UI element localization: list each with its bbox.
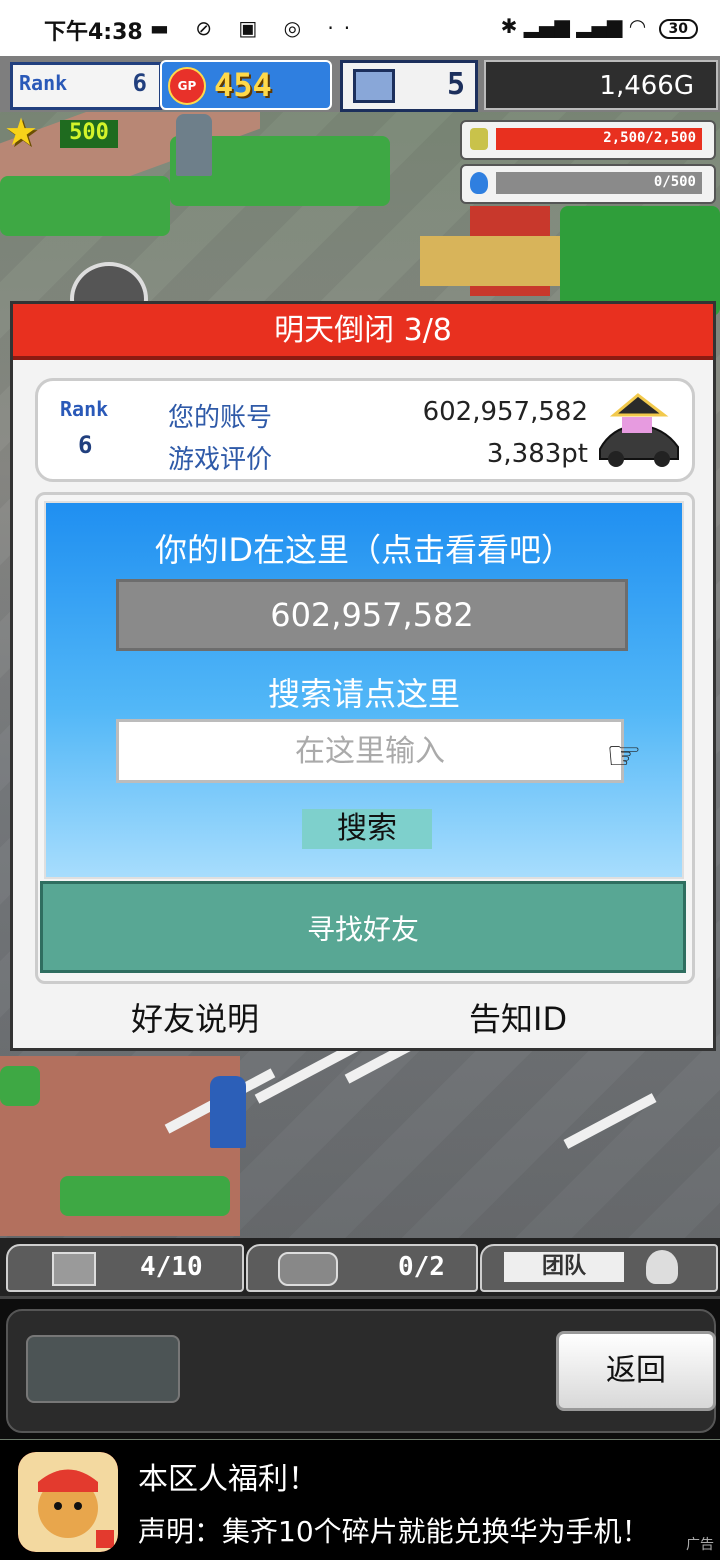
box-icon	[52, 1252, 96, 1286]
share-id-link[interactable]: 告知ID	[469, 994, 567, 1040]
team-tab[interactable]: 团队	[480, 1244, 718, 1292]
star-icon: ★	[4, 110, 39, 154]
battery-icon: 30	[658, 19, 698, 39]
rank-value: 6	[132, 69, 147, 97]
drop-meter-text: 0/500	[653, 174, 696, 190]
building-roof[interactable]	[420, 236, 560, 286]
find-friend-button[interactable]: 寻找好友	[40, 881, 686, 973]
hedge	[60, 1176, 230, 1216]
coin-stack-icon	[470, 128, 488, 150]
ad-title: 本区人福利！	[138, 1462, 318, 1497]
dialog-title: 明天倒闭 3/8	[13, 304, 713, 360]
money-box[interactable]: 1,466G	[484, 60, 718, 110]
coin-meter[interactable]: 2,500/2,500	[460, 120, 716, 160]
status-time: 下午4:38	[44, 20, 143, 45]
team-icon	[646, 1250, 678, 1284]
friend-help-link[interactable]: 好友说明	[131, 994, 259, 1040]
npc-character[interactable]	[176, 114, 212, 176]
garage-car-icon	[278, 1252, 338, 1286]
back-button[interactable]: 返回	[556, 1331, 716, 1411]
tree-group	[560, 206, 720, 316]
player-character[interactable]	[210, 1076, 246, 1148]
garage-value: 0/2	[398, 1252, 445, 1282]
team-label: 团队	[504, 1252, 624, 1282]
money-value: 1,466G	[599, 71, 694, 101]
road-marking	[563, 1093, 657, 1149]
account-rank-value: 6	[78, 431, 93, 459]
search-input[interactable]	[116, 719, 624, 783]
drop-meter[interactable]: 0/500	[460, 164, 716, 204]
status-bar: 下午4:38 ▬ ⊘ ▣ ◎ ·· ✱ ▂▄▆ ▂▄▆ ◠ 30	[0, 0, 720, 56]
gp-box[interactable]: GP 454	[160, 60, 332, 110]
info-box	[26, 1335, 180, 1403]
dock-bar: 4/10 0/2 团队	[0, 1238, 720, 1296]
account-value: 602,957,582	[422, 397, 588, 427]
pc-box[interactable]: 5	[340, 60, 478, 112]
bottom-panel: 返回	[0, 1296, 720, 1439]
account-label: 您的账号	[168, 403, 273, 433]
rank-box[interactable]: Rank 6	[10, 62, 162, 110]
computer-icon	[353, 69, 395, 103]
coin-meter-text: 2,500/2,500	[603, 130, 696, 146]
status-right-icons: ✱ ▂▄▆ ▂▄▆ ◠ 30	[501, 14, 698, 39]
id-card: 你的ID在这里（点击看看吧） 602,957,582 搜索请点这里 ☜ 搜索 寻…	[35, 492, 695, 984]
rating-value: 3,383pt	[486, 439, 588, 469]
friend-dialog: 明天倒闭 3/8 Rank 6 您的账号 602,957,582 游戏评价 3,…	[10, 301, 716, 1051]
star-value: 500	[60, 120, 118, 148]
garage-tab[interactable]: 0/2	[246, 1244, 478, 1292]
storage-value: 4/10	[140, 1252, 203, 1282]
account-card: Rank 6 您的账号 602,957,582 游戏评价 3,383pt	[35, 378, 695, 482]
bottom-inner-panel: 返回	[6, 1309, 716, 1433]
top-hud: Rank 6 GP 454 5 1,466G	[0, 56, 720, 112]
my-id-display[interactable]: 602,957,582	[116, 579, 628, 651]
ad-app-icon	[18, 1452, 118, 1552]
rank-label: Rank	[19, 71, 68, 95]
character-avatar-icon	[599, 393, 679, 467]
ad-banner[interactable]: 本区人福利！ 声明：集齐10个碎片就能兑换华为手机！ 广告	[0, 1440, 720, 1560]
drop-meter-bar: 0/500	[496, 172, 702, 194]
search-button[interactable]: 搜索	[302, 809, 432, 849]
account-rank-label: Rank	[60, 397, 109, 421]
gp-coin-icon: GP	[168, 67, 206, 105]
bush	[0, 1066, 40, 1106]
water-drop-icon	[470, 172, 488, 194]
ad-tag: 广告	[686, 1537, 714, 1553]
coin-meter-bar: 2,500/2,500	[496, 128, 702, 150]
id-panel: 你的ID在这里（点击看看吧） 602,957,582 搜索请点这里 ☜ 搜索	[44, 501, 684, 879]
search-heading: 搜索请点这里	[267, 675, 460, 713]
storage-tab[interactable]: 4/10	[6, 1244, 244, 1292]
pointing-hand-icon: ☜	[606, 733, 642, 779]
gp-value: 454	[214, 66, 272, 104]
rating-label: 游戏评价	[168, 445, 273, 475]
notification-icons: ▬ ⊘ ▣ ◎ ··	[150, 16, 361, 40]
id-heading: 你的ID在这里（点击看看吧）	[154, 531, 574, 569]
tree-row	[0, 176, 170, 236]
ad-description: 声明：集齐10个碎片就能兑换华为手机！	[138, 1515, 650, 1548]
pc-value: 5	[446, 67, 465, 102]
